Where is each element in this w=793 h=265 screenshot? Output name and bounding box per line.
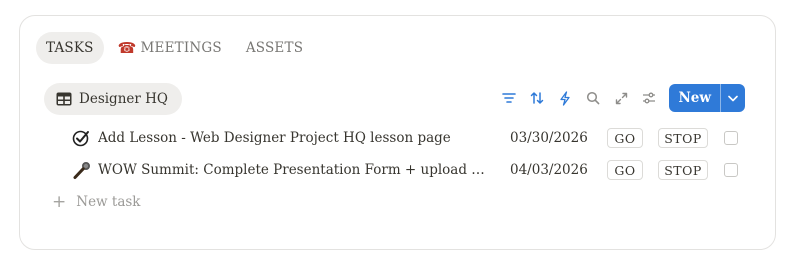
- search-icon: [587, 91, 600, 105]
- sort-icon: [531, 92, 544, 104]
- settings-icon: [643, 92, 656, 104]
- table-row[interactable]: Add Lesson - Web Designer Project HQ les…: [72, 123, 752, 153]
- task-checkbox[interactable]: [724, 163, 738, 177]
- filter-button[interactable]: [495, 84, 523, 112]
- go-button[interactable]: GO: [607, 128, 643, 148]
- stop-button[interactable]: STOP: [658, 128, 708, 148]
- row-icon: [72, 160, 98, 180]
- automation-button[interactable]: [551, 84, 579, 112]
- lightning-icon: [560, 90, 571, 106]
- tab-label: MEETINGS: [140, 40, 222, 56]
- task-title[interactable]: Add Lesson - Web Designer Project HQ les…: [98, 130, 496, 146]
- new-dropdown-button[interactable]: [721, 84, 745, 112]
- row-icon: [72, 129, 98, 147]
- task-title[interactable]: WOW Summit: Complete Presentation Form +…: [98, 162, 496, 178]
- table-row[interactable]: WOW Summit: Complete Presentation Form +…: [72, 155, 752, 185]
- expand-button[interactable]: [607, 84, 635, 112]
- tab-assets[interactable]: ASSETS: [236, 32, 313, 64]
- microphone-icon: [73, 162, 90, 179]
- view-label: Designer HQ: [79, 91, 168, 107]
- tab-tasks[interactable]: TASKS: [36, 32, 104, 64]
- new-button[interactable]: New: [669, 84, 720, 112]
- settings-button[interactable]: [635, 84, 663, 112]
- tab-bar: TASKS ☎ MEETINGS ASSETS: [36, 32, 313, 64]
- plus-icon: +: [52, 192, 67, 212]
- new-button-group: New: [669, 84, 745, 112]
- table-icon: [56, 92, 72, 106]
- task-date: 03/30/2026: [510, 130, 588, 146]
- go-button[interactable]: GO: [607, 160, 643, 180]
- tab-label: TASKS: [46, 40, 94, 56]
- search-button[interactable]: [579, 84, 607, 112]
- chevron-down-icon: [728, 95, 738, 101]
- filter-icon: [502, 93, 517, 103]
- toolbar: New: [495, 84, 745, 112]
- view-selector[interactable]: Designer HQ: [44, 83, 182, 115]
- tab-label: ASSETS: [245, 40, 304, 56]
- task-date: 04/03/2026: [510, 162, 588, 178]
- expand-icon: [615, 92, 628, 104]
- database-card: TASKS ☎ MEETINGS ASSETS Designer HQ New …: [19, 15, 776, 250]
- checkmark-icon: [72, 130, 89, 147]
- sort-button[interactable]: [523, 84, 551, 112]
- new-task-label: New task: [76, 194, 141, 210]
- tab-meetings[interactable]: ☎ MEETINGS: [108, 32, 232, 64]
- new-task-button[interactable]: + New task: [52, 192, 140, 212]
- stop-button[interactable]: STOP: [658, 160, 708, 180]
- telephone-icon: ☎: [117, 39, 137, 57]
- task-checkbox[interactable]: [724, 131, 738, 145]
